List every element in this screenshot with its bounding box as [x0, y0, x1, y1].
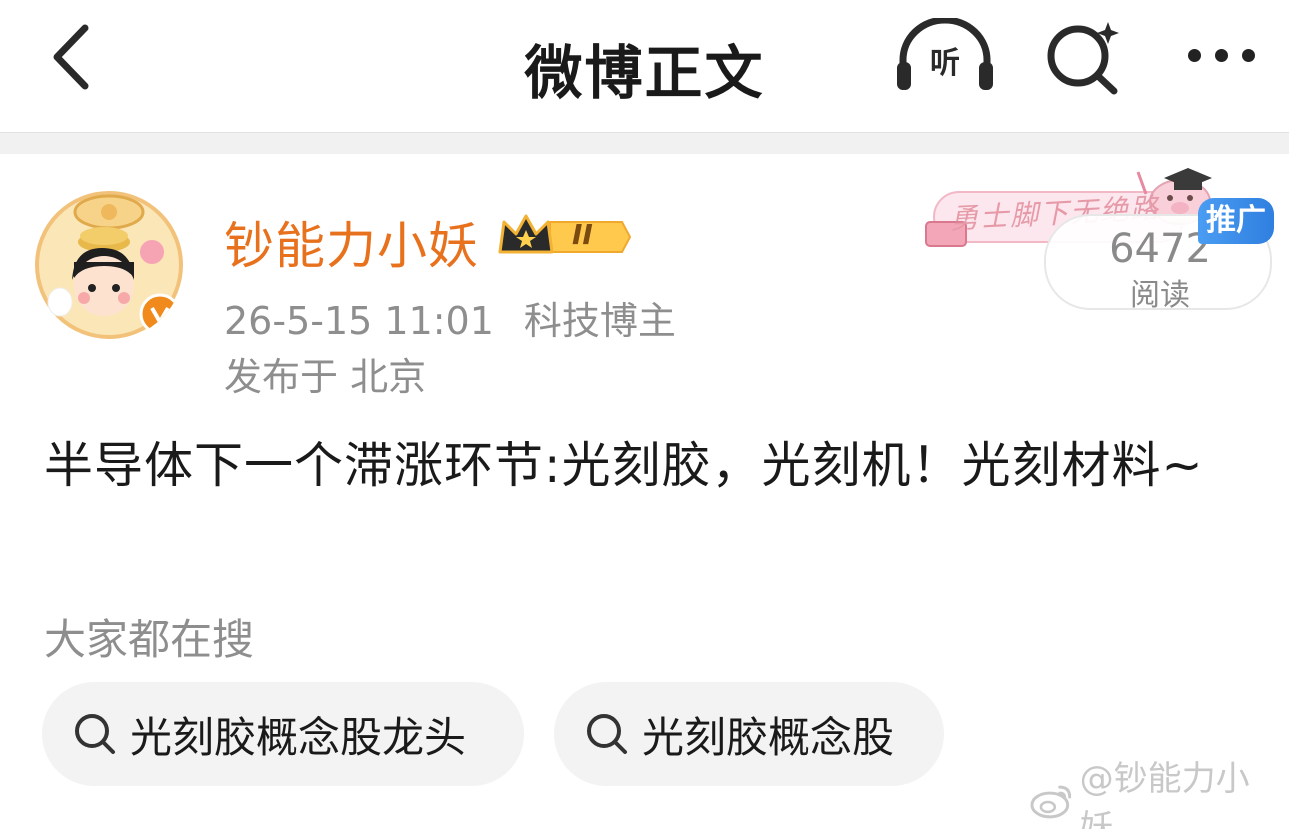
avatar[interactable]	[34, 190, 184, 340]
read-label: 阅读	[1130, 278, 1190, 313]
level-badge[interactable]: II	[498, 212, 632, 262]
post-timestamp: 26-5-15 11:01	[224, 299, 494, 343]
level-badge-text: II	[572, 218, 593, 251]
ai-search-button[interactable]	[1042, 16, 1126, 96]
chevron-left-icon	[53, 24, 89, 90]
search-suggestion-chip[interactable]: 光刻胶概念股龙头	[42, 682, 524, 786]
listen-button[interactable]: 听	[893, 18, 997, 94]
search-suggestion-text: 光刻胶概念股龙头	[130, 712, 467, 762]
search-suggestion-chip[interactable]: 光刻胶概念股	[554, 682, 944, 786]
more-button[interactable]	[1176, 30, 1266, 80]
search-icon	[587, 714, 627, 754]
more-dots-icon	[1187, 48, 1201, 62]
author-category: 科技博主	[523, 299, 676, 343]
watermark: @钞能力小妖	[1030, 759, 1282, 829]
back-button[interactable]	[40, 22, 100, 92]
listen-label: 听	[930, 46, 960, 81]
watermark-text: @钞能力小妖	[1079, 759, 1250, 829]
post-meta: 26-5-15 11:01 科技博主	[224, 290, 676, 345]
top-bar: 微博正文 听	[0, 0, 1289, 132]
search-icon	[75, 714, 115, 754]
promo-badge[interactable]: 推广	[1198, 198, 1274, 244]
post-text: 半导体下一个滞涨环节:光刻胶，光刻机！光刻材料~	[44, 437, 1204, 494]
more-dot	[1241, 48, 1255, 62]
crown-icon	[498, 214, 632, 254]
trending-search-label: 大家都在搜	[44, 615, 255, 664]
ai-search-icon	[1047, 22, 1119, 95]
section-divider	[0, 132, 1289, 154]
more-dot	[1214, 48, 1228, 62]
weibo-logo-icon	[1030, 785, 1072, 819]
post-location: 发布于 北京	[224, 355, 427, 399]
author-name[interactable]: 钞能力小妖	[224, 206, 479, 278]
search-suggestion-text: 光刻胶概念股	[642, 712, 895, 762]
